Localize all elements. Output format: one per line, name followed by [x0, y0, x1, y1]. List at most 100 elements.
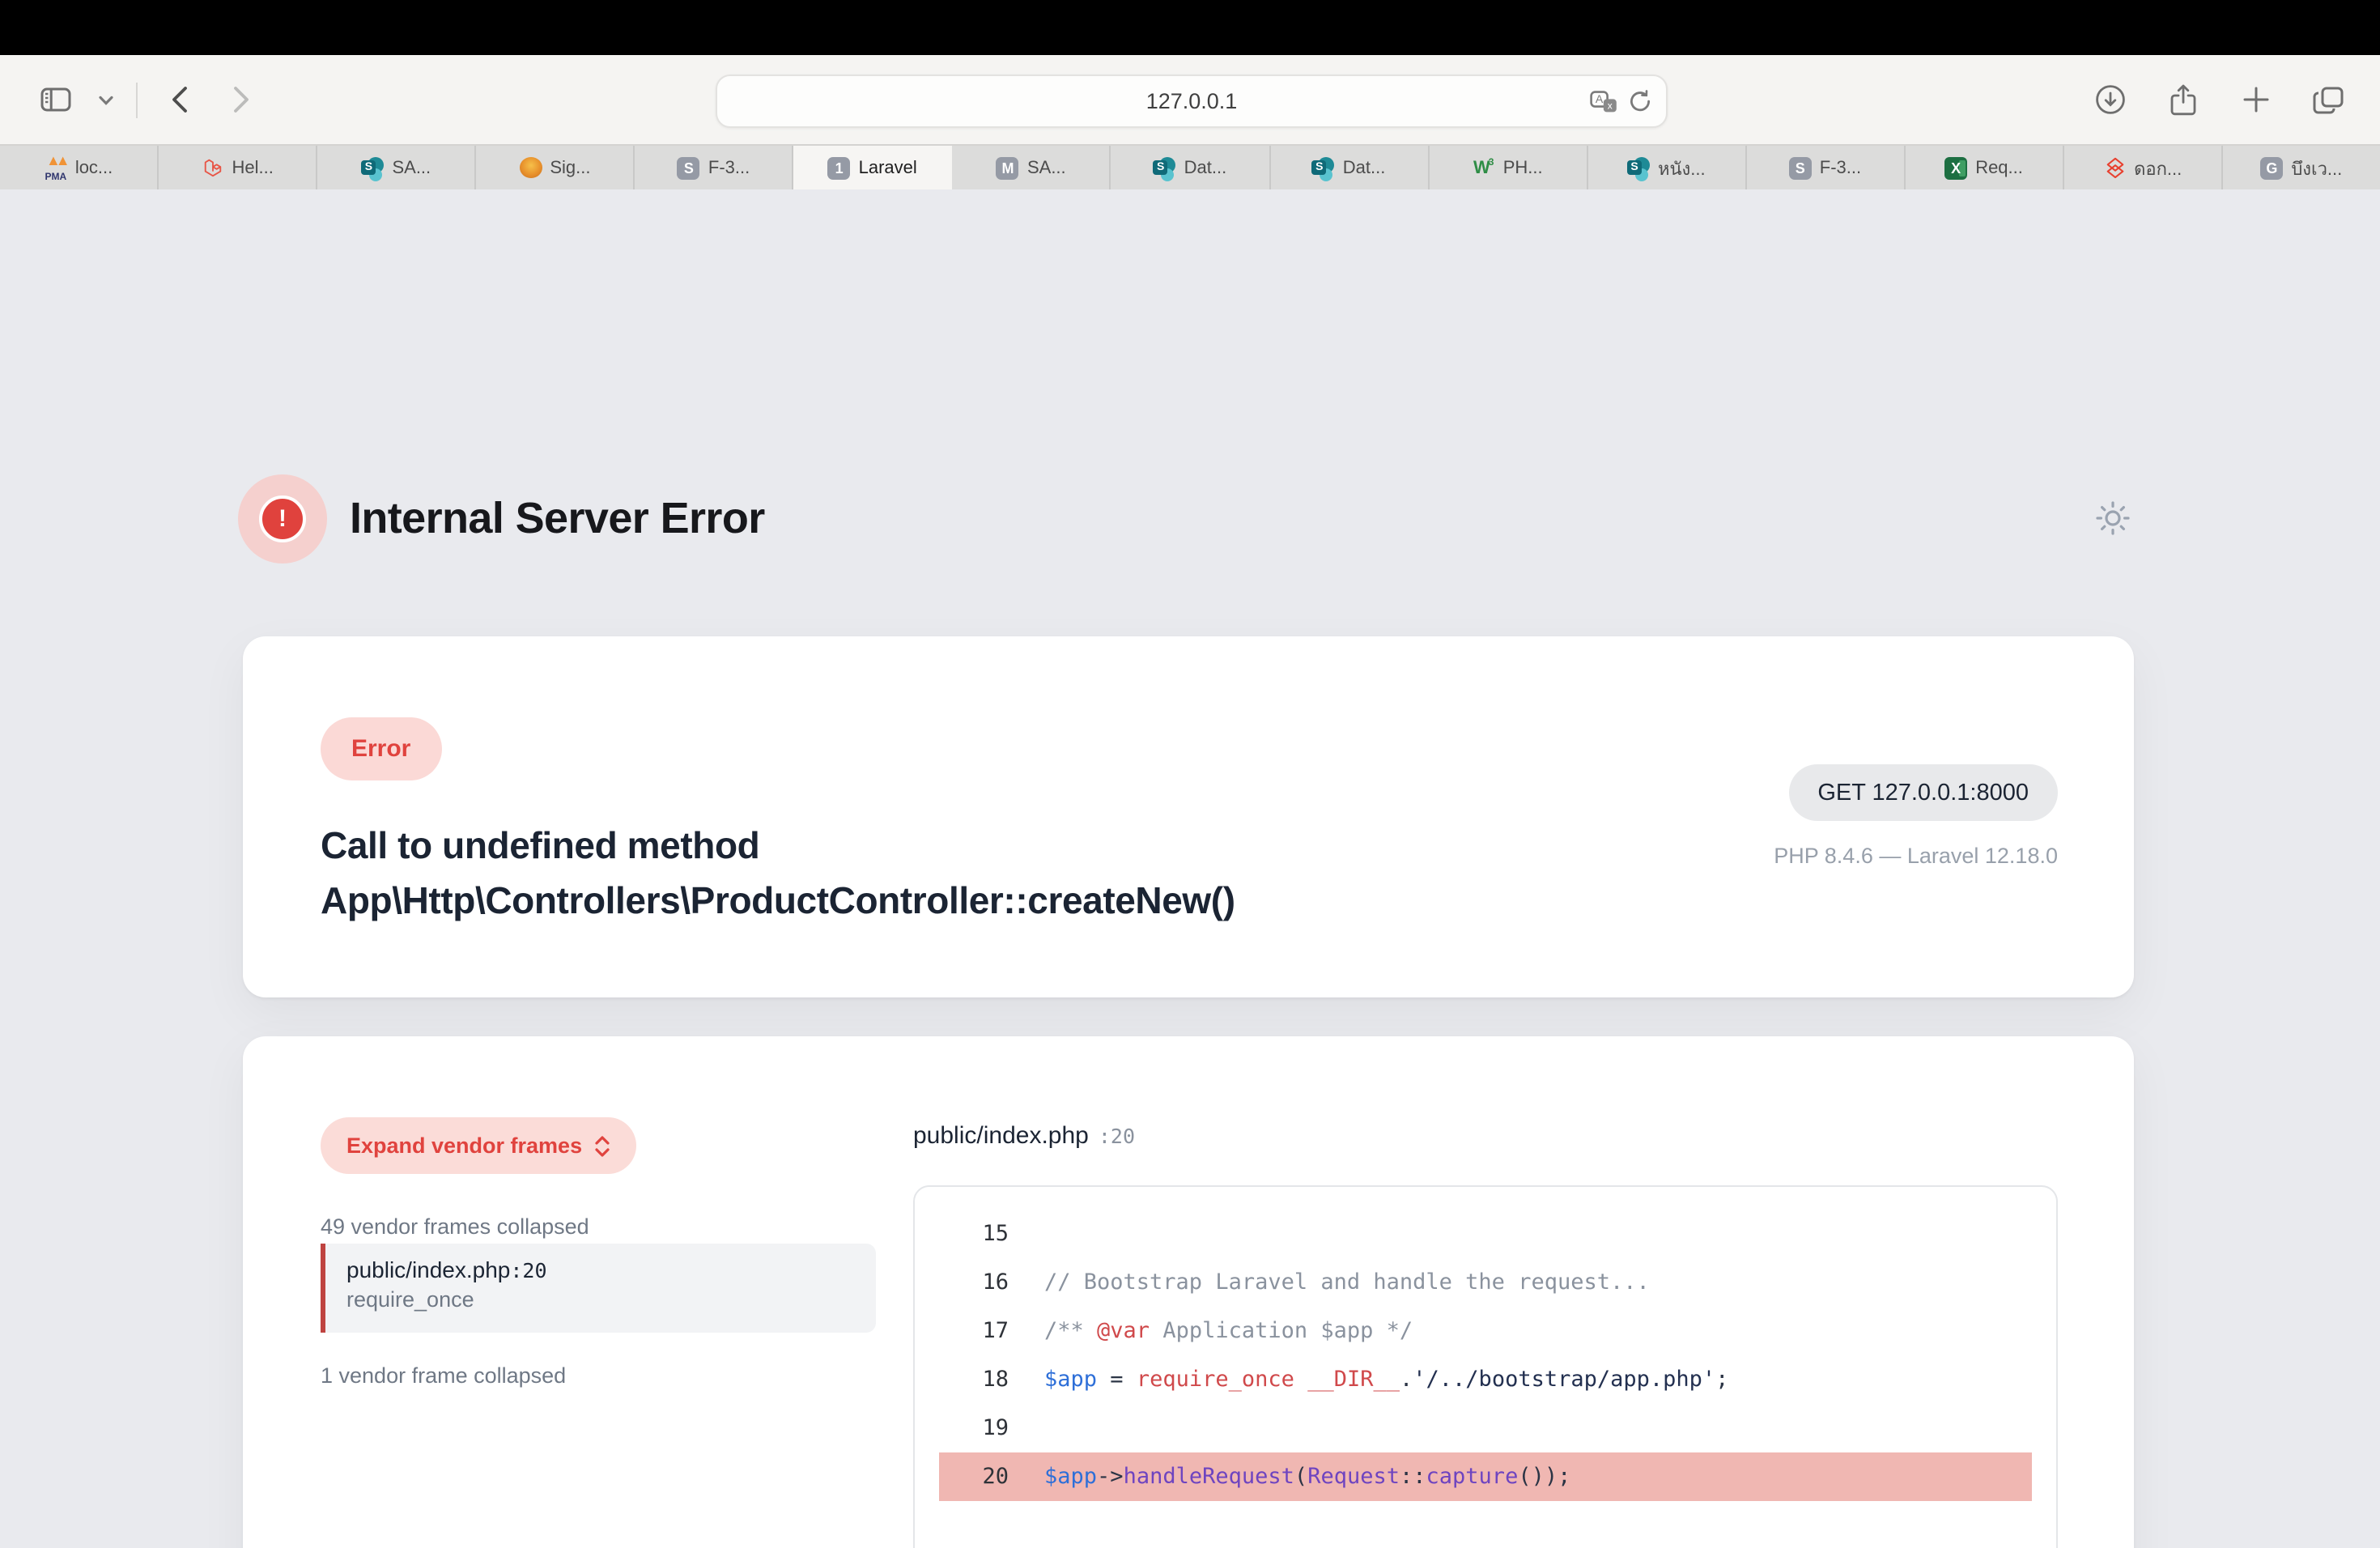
- frame-file-path: public/index.php: [346, 1257, 510, 1282]
- seal-favicon: [519, 157, 542, 178]
- code-snippet-panel: 15 16// Bootstrap Laravel and handle the …: [913, 1185, 2058, 1548]
- php-laravel-versions: PHP 8.4.6 — Laravel 12.18.0: [1774, 844, 2058, 868]
- stack-trace-card: Expand vendor frames 49 vendor frames co…: [243, 1036, 2134, 1548]
- error-message-line1: Call to undefined method: [321, 818, 1235, 873]
- page-header: ! Internal Server Error: [238, 474, 765, 563]
- tab-1[interactable]: ▲▲PMA loc...: [0, 146, 159, 189]
- stack-frame-item[interactable]: public/index.php:20 require_once: [321, 1244, 876, 1333]
- code-line: 19: [915, 1404, 2056, 1452]
- toolbar-divider: [136, 82, 138, 117]
- downloads-icon[interactable]: [2087, 77, 2132, 122]
- toolbar-left-group: [0, 77, 264, 122]
- sharepoint-favicon: S: [361, 156, 384, 179]
- tab-10[interactable]: W3 PH...: [1429, 146, 1587, 189]
- reload-icon[interactable]: [1629, 89, 1651, 113]
- tab-title: Dat...: [1184, 158, 1227, 177]
- tab-11[interactable]: S หนัง...: [1587, 146, 1746, 189]
- vendor-frames-collapsed-top: 49 vendor frames collapsed: [321, 1214, 589, 1239]
- tab-14[interactable]: ดอก...: [2064, 146, 2223, 189]
- expand-vendor-frames-label: Expand vendor frames: [346, 1133, 582, 1158]
- code-file-name: public/index.php: [913, 1122, 1089, 1150]
- toolbar-right-group: [2087, 55, 2351, 144]
- url-bar-icons: A x: [1590, 76, 1651, 126]
- tab-overview-icon[interactable]: [2306, 77, 2351, 122]
- screen: 127.0.0.1 A x: [0, 0, 2380, 1548]
- frame-file-line: :20: [510, 1258, 546, 1282]
- code-file-header: public/index.php :20: [913, 1122, 1135, 1150]
- share-icon[interactable]: [2160, 77, 2205, 122]
- sharepoint-favicon: S: [1154, 156, 1176, 179]
- sharepoint-favicon: S: [1627, 156, 1650, 179]
- tab-title: Laravel: [859, 158, 917, 177]
- tab-6[interactable]: 1 Laravel: [794, 146, 953, 189]
- sidebar-chevron-down-icon[interactable]: [94, 77, 117, 122]
- graysq-favicon: M: [997, 156, 1019, 179]
- tab-title: Req...: [1975, 158, 2023, 177]
- line-number: 19: [950, 1415, 1009, 1441]
- browser-toolbar: 127.0.0.1 A x: [0, 55, 2380, 144]
- tab-title: F-3...: [708, 158, 750, 177]
- laravel-favicon: [202, 156, 224, 179]
- line-number: 15: [950, 1221, 1009, 1247]
- theme-toggle-sun-icon[interactable]: [2092, 497, 2134, 539]
- page-content: ! Internal Server Error Error Call to un…: [0, 189, 2380, 1548]
- error-alert-icon: !: [238, 474, 327, 563]
- tab-title: หนัง...: [1658, 153, 1706, 182]
- tab-bar: ▲▲PMA loc... Hel... S SA... Sig... S F-3... 1 Lar…: [0, 144, 2380, 189]
- error-summary-card: Error Call to undefined method App\Http\…: [243, 636, 2134, 997]
- chevron-up-down-icon: [593, 1134, 610, 1157]
- tab-title: Sig...: [550, 158, 590, 177]
- code-line: 17/** @var Application $app */: [915, 1307, 2056, 1355]
- forward-button[interactable]: [219, 77, 264, 122]
- graysq-favicon: S: [678, 156, 700, 179]
- tab-title: Hel...: [232, 158, 274, 177]
- line-number: 20: [950, 1464, 1009, 1490]
- request-method-badge: GET 127.0.0.1:8000: [1788, 764, 2058, 821]
- tab-title: SA...: [392, 158, 431, 177]
- pma-favicon: ▲▲PMA: [45, 156, 67, 179]
- tab-title: loc...: [75, 158, 113, 177]
- tab-15[interactable]: G บึงเว...: [2223, 146, 2380, 189]
- line-number: 16: [950, 1269, 1009, 1295]
- graysq-favicon: S: [1789, 156, 1812, 179]
- graysq-favicon: 1: [828, 156, 851, 179]
- tab-title: ดอก...: [2134, 153, 2182, 182]
- tab-title: PH...: [1503, 158, 1543, 177]
- tab-12[interactable]: S F-3...: [1746, 146, 1905, 189]
- new-tab-icon[interactable]: [2233, 77, 2278, 122]
- tab-3[interactable]: S SA...: [317, 146, 476, 189]
- back-button[interactable]: [157, 77, 202, 122]
- redoutline-favicon: [2103, 156, 2126, 179]
- svg-text:A: A: [1596, 91, 1604, 104]
- error-message-line2: App\Http\Controllers\ProductController::…: [321, 873, 1235, 928]
- vendor-frames-collapsed-bottom: 1 vendor frame collapsed: [321, 1363, 566, 1388]
- line-number: 17: [950, 1318, 1009, 1344]
- tab-4[interactable]: Sig...: [476, 146, 635, 189]
- error-badge: Error: [321, 717, 441, 780]
- expand-vendor-frames-button[interactable]: Expand vendor frames: [321, 1117, 635, 1174]
- exclamation-icon: !: [259, 495, 306, 542]
- w3-favicon: W3: [1473, 156, 1495, 179]
- code-line: 16// Bootstrap Laravel and handle the re…: [915, 1258, 2056, 1307]
- sharepoint-favicon: S: [1312, 156, 1335, 179]
- tab-7[interactable]: MSA...: [953, 146, 1111, 189]
- frame-file: public/index.php:20: [346, 1257, 876, 1282]
- tab-title: Dat...: [1343, 158, 1386, 177]
- error-message: Call to undefined method App\Http\Contro…: [321, 818, 1235, 928]
- tab-13[interactable]: X Req...: [1906, 146, 2064, 189]
- tab-2[interactable]: Hel...: [159, 146, 317, 189]
- code-line-highlighted: 20$app->handleRequest(Request::capture()…: [939, 1452, 2032, 1501]
- translate-icon[interactable]: A x: [1590, 90, 1617, 113]
- page-title: Internal Server Error: [350, 494, 765, 544]
- macos-menubar: [0, 0, 2380, 55]
- sidebar-toggle-icon[interactable]: [32, 77, 78, 122]
- url-bar[interactable]: 127.0.0.1 A x: [716, 74, 1668, 128]
- excel-favicon: X: [1944, 156, 1967, 179]
- tab-5[interactable]: S F-3...: [635, 146, 794, 189]
- tab-title: บึงเว...: [2291, 153, 2342, 182]
- graysq-favicon: G: [2260, 156, 2283, 179]
- tab-title: F-3...: [1820, 158, 1861, 177]
- tab-8[interactable]: S Dat...: [1111, 146, 1270, 189]
- tab-9[interactable]: S Dat...: [1270, 146, 1429, 189]
- code-file-line: :20: [1099, 1124, 1135, 1148]
